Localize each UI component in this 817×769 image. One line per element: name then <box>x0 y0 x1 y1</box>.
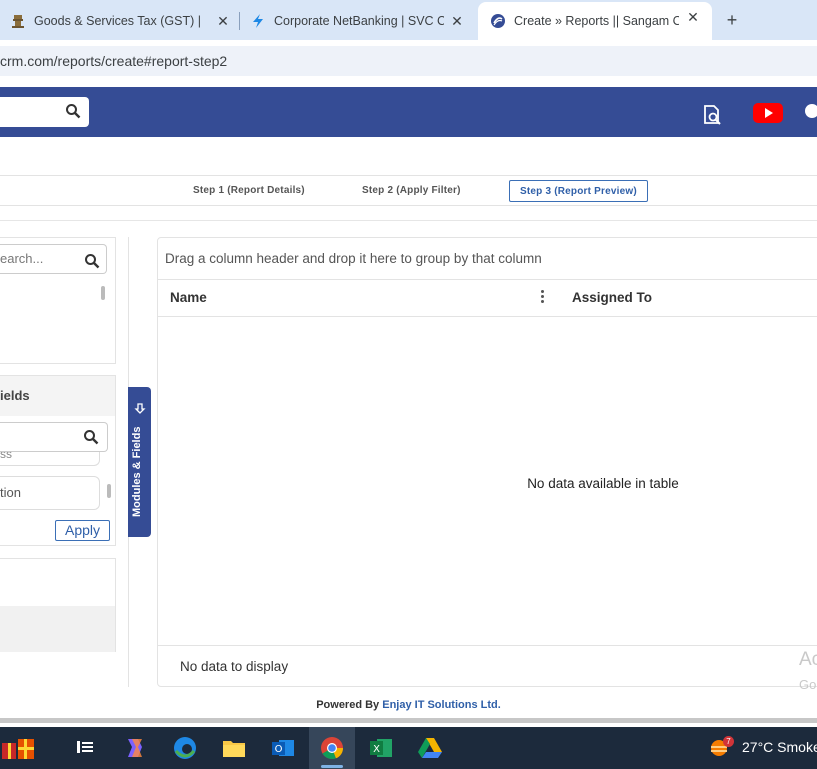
tab-title: Corporate NetBanking | SVC CC <box>274 14 444 28</box>
url-text: crm.com/reports/create#report-step2 <box>0 53 228 69</box>
module-search-input[interactable]: earch... <box>0 244 107 274</box>
app-header <box>0 87 817 137</box>
step-1-report-details[interactable]: Step 1 (Report Details) <box>193 180 305 202</box>
file-explorer-icon[interactable] <box>221 735 247 761</box>
field-search-input[interactable] <box>0 422 108 452</box>
column-header-assigned-to[interactable]: Assigned To <box>572 280 652 316</box>
excel-icon[interactable]: X <box>368 735 394 761</box>
selected-fields-panel <box>0 558 116 652</box>
powered-by-label: Powered By <box>316 699 380 711</box>
activate-windows-watermark: Ac <box>799 649 817 670</box>
youtube-icon[interactable] <box>753 103 783 123</box>
apply-button[interactable]: Apply <box>55 520 110 541</box>
activate-windows-watermark-sub: Go <box>799 677 817 692</box>
close-tab-icon[interactable]: ✕ <box>448 12 466 30</box>
scrollbar-thumb[interactable] <box>101 286 105 300</box>
modules-panel: earch... <box>0 237 116 364</box>
empty-table-message: No data available in table <box>527 476 679 491</box>
divider <box>0 220 817 221</box>
search-icon[interactable] <box>65 103 81 124</box>
tab-title: Create » Reports || Sangam CRM <box>514 14 679 28</box>
address-row: crm.com/reports/create#report-step2 <box>0 40 817 82</box>
company-link[interactable]: Enjay IT Solutions Ltd. <box>382 699 501 711</box>
group-by-drop-zone[interactable]: Drag a column header and drop it here to… <box>158 238 817 280</box>
browser-tab-netbanking[interactable]: Corporate NetBanking | SVC CC ✕ <box>250 6 466 36</box>
windows-taskbar: O X 7 27°C Smoke <box>0 727 817 769</box>
close-tab-icon[interactable]: ✕ <box>214 12 232 30</box>
search-icon[interactable] <box>84 251 100 279</box>
step-2-apply-filter[interactable]: Step 2 (Apply Filter) <box>362 180 461 202</box>
browser-tabstrip: Goods & Services Tax (GST) | Ho ✕ Corpor… <box>0 0 817 40</box>
field-item[interactable]: ss <box>0 452 100 466</box>
browser-tab-sangam-crm[interactable]: Create » Reports || Sangam CRM ✕ <box>478 2 712 40</box>
field-item[interactable]: tion <box>0 476 100 510</box>
search-placeholder: earch... <box>0 251 44 266</box>
powered-by-footer: Powered By Enjay IT Solutions Ltd. <box>0 699 817 711</box>
task-view-icon[interactable] <box>73 735 99 761</box>
scrollbar-horizontal[interactable] <box>0 718 817 723</box>
browser-tab-gst[interactable]: Goods & Services Tax (GST) | Ho ✕ <box>10 6 232 36</box>
tab-title: Goods & Services Tax (GST) | Ho <box>34 14 204 28</box>
report-preview-grid: Drag a column header and drop it here to… <box>157 237 817 692</box>
global-search-input[interactable] <box>0 97 89 127</box>
scrollbar-thumb[interactable] <box>107 484 111 498</box>
weather-text[interactable]: 27°C Smoke <box>742 739 817 755</box>
google-drive-icon[interactable] <box>417 735 443 761</box>
svg-text:X: X <box>373 744 380 755</box>
copilot-icon[interactable] <box>122 735 148 761</box>
chrome-icon[interactable] <box>319 735 345 761</box>
sangam-crm-icon <box>490 13 506 29</box>
tab-divider <box>239 12 240 30</box>
globe-icon[interactable] <box>805 104 817 118</box>
panel-row <box>0 606 115 652</box>
svc-bank-icon <box>250 13 266 29</box>
gov-emblem-icon <box>10 13 26 29</box>
close-tab-icon[interactable]: ✕ <box>684 8 702 26</box>
search-icon[interactable] <box>83 429 99 450</box>
modules-fields-label: Modules & Fields <box>131 426 143 517</box>
gift-widget-icon[interactable] <box>0 733 34 759</box>
column-menu-icon[interactable] <box>541 290 545 305</box>
url-bar[interactable]: crm.com/reports/create#report-step2 <box>0 46 817 76</box>
fields-section-title: ields <box>0 376 115 416</box>
new-tab-button[interactable]: + <box>722 10 742 30</box>
report-steps: Step 1 (Report Details) Step 2 (Apply Fi… <box>0 175 817 206</box>
column-header-name[interactable]: Name <box>170 280 207 316</box>
notification-badge: 7 <box>723 736 734 747</box>
grid-footer: No data to display <box>158 645 817 687</box>
document-search-icon[interactable] <box>701 104 723 131</box>
modules-fields-toggle[interactable]: Modules & Fields <box>128 387 151 537</box>
column-header-row <box>158 280 817 317</box>
fields-panel: ields ss tion Apply <box>0 375 116 546</box>
step-3-report-preview[interactable]: Step 3 (Report Preview) <box>509 180 648 202</box>
svg-text:O: O <box>275 744 283 755</box>
edge-icon[interactable] <box>172 735 198 761</box>
outlook-icon[interactable]: O <box>270 735 296 761</box>
